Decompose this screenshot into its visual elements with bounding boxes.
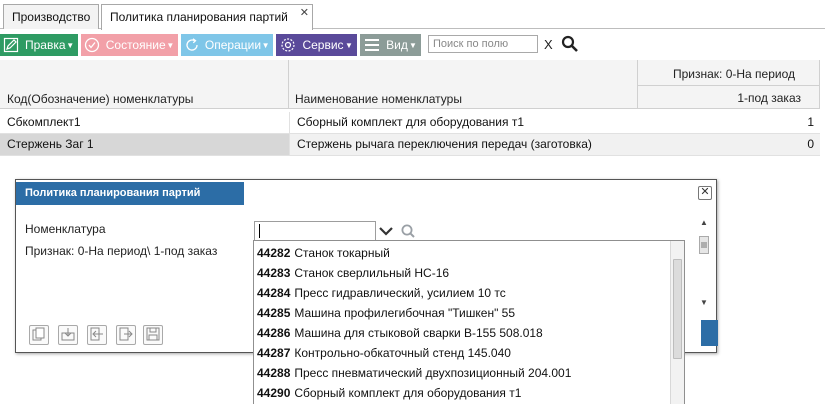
edit-menu-label: Правка — [24, 38, 66, 52]
edit-icon — [2, 35, 21, 55]
save-icon — [146, 327, 160, 344]
item-name: Контрольно-обкаточный стенд 145.040 — [294, 346, 511, 360]
column-group-header-label: Признак: 0-На период — [672, 67, 795, 81]
cell-name: Сборный комплект для оборудования т1 — [289, 112, 638, 133]
column-header-flag[interactable]: 1-под заказ — [638, 86, 820, 109]
edit-menu-button[interactable]: Правка ▼ — [0, 34, 78, 56]
login-button[interactable] — [87, 325, 107, 345]
operations-menu-button[interactable]: Операции ▼ — [181, 34, 273, 56]
dialog-scrollbar[interactable]: ▲ ▼ — [697, 218, 711, 308]
nomenclature-combo-input[interactable] — [254, 221, 376, 241]
dialog-action-button[interactable] — [701, 320, 718, 346]
cell-name: Стержень рычага переключения передач (за… — [289, 134, 638, 155]
list-item[interactable]: 44290 Сборный комплект для оборудования т… — [254, 383, 670, 403]
tab-close-icon[interactable]: ✕ — [300, 6, 309, 19]
state-menu-label: Состояние — [105, 38, 166, 52]
item-code: 44284 — [257, 286, 291, 300]
item-name: Станок сверлильный НС-16 — [294, 266, 450, 280]
text-cursor — [259, 223, 260, 238]
view-menu-label: Вид — [386, 38, 408, 52]
status-icon — [83, 35, 102, 55]
scroll-thumb[interactable] — [699, 236, 709, 254]
item-code: 44283 — [257, 266, 291, 280]
list-item[interactable]: 44282 Станок токарный — [254, 243, 670, 263]
scroll-down-icon[interactable]: ▼ — [700, 298, 708, 307]
tab-production[interactable]: Производство — [3, 4, 99, 29]
table-row[interactable]: Стержень Заг 1 Стержень рычага переключе… — [0, 134, 820, 156]
item-code: 44286 — [257, 326, 291, 340]
chevron-down-icon: ▼ — [166, 40, 175, 50]
item-name: Пресс пневматический двухпозиционный 204… — [294, 366, 572, 380]
column-group-header: Признак: 0-На период — [638, 60, 820, 86]
item-name: Машина для стыковой сварки В-155 508.018 — [294, 326, 543, 340]
scroll-up-icon[interactable]: ▲ — [700, 218, 708, 227]
download-icon — [61, 327, 75, 344]
copy-icon — [32, 327, 46, 344]
gear-icon — [278, 35, 298, 55]
nomenclature-label: Номенклатура — [25, 222, 106, 236]
nomenclature-dropdown-list: 44282 Станок токарный 44283 Станок сверлил… — [253, 240, 685, 404]
chevron-down-icon: ▼ — [66, 40, 75, 50]
scroll-thumb[interactable] — [673, 259, 682, 359]
cell-code: Сбкомплект1 — [7, 115, 81, 129]
clear-search-button[interactable]: X — [544, 37, 553, 52]
state-menu-button[interactable]: Состояние ▼ — [81, 34, 178, 56]
sign-label: Признак: 0-На период\ 1-под заказ — [25, 244, 218, 258]
close-icon[interactable]: ✕ — [698, 186, 712, 200]
enter-icon — [90, 327, 104, 344]
chevron-down-icon: ▼ — [409, 40, 417, 50]
export-button[interactable] — [116, 325, 136, 345]
list-item[interactable]: 44285 Машина профилегибочная "Тишкен" 55 — [254, 303, 670, 323]
item-name: Станок токарный — [294, 246, 390, 260]
toolbar: Правка ▼ Состояние ▼ Операции ▼ Сервис ▼… — [0, 32, 825, 58]
dialog-title: Политика планирования партий — [16, 182, 244, 205]
cell-flag: 0 — [807, 137, 814, 151]
item-code: 44282 — [257, 246, 291, 260]
tab-batch-planning-policy-label: Политика планирования партий — [110, 10, 288, 24]
item-code: 44285 — [257, 306, 291, 320]
list-item[interactable]: 44287 Контрольно-обкаточный стенд 145.040 — [254, 343, 670, 363]
column-header-code[interactable]: Код(Обозначение) номенклатуры — [0, 60, 289, 109]
column-header-name[interactable]: Наименование номенклатуры — [289, 60, 638, 109]
table-row[interactable]: Сбкомплект1 Сборный комплект для оборудо… — [0, 112, 820, 134]
item-name: Машина профилегибочная "Тишкен" 55 — [294, 306, 516, 320]
view-menu-button[interactable]: Вид ▼ — [360, 34, 421, 56]
chevron-down-icon: ▼ — [345, 40, 353, 50]
operations-menu-label: Операции — [204, 38, 262, 52]
import-button[interactable] — [58, 325, 78, 345]
item-code: 44290 — [257, 386, 291, 400]
field-search-input[interactable] — [428, 35, 538, 53]
list-view-icon — [362, 35, 382, 55]
copy-button[interactable] — [29, 325, 49, 345]
column-header-code-label: Код(Обозначение) номенклатуры — [7, 92, 194, 106]
chevron-down-icon: ▼ — [261, 40, 270, 50]
item-code: 44288 — [257, 366, 291, 380]
tab-production-label: Производство — [12, 10, 91, 24]
item-name: Сборный комплект для оборудования т1 — [294, 386, 522, 400]
column-header-name-label: Наименование номенклатуры — [295, 92, 462, 106]
list-item[interactable]: 44288 Пресс пневматический двухпозиционны… — [254, 363, 670, 383]
cell-code: Стержень Заг 1 — [0, 134, 289, 155]
item-name: Пресс гидравлический, усилием 10 тс — [294, 286, 506, 300]
save-button[interactable] — [143, 325, 163, 345]
column-header-flag-label: 1-под заказ — [737, 91, 801, 105]
cell-flag: 1 — [807, 115, 814, 129]
list-item[interactable]: 44286 Машина для стыковой сварки В-155 50… — [254, 323, 670, 343]
list-item[interactable]: 44283 Станок сверлильный НС-16 — [254, 263, 670, 283]
service-menu-label: Сервис — [302, 38, 344, 52]
exit-icon — [119, 327, 133, 344]
tab-strip: Производство Политика планирования парти… — [0, 0, 825, 30]
dropdown-scrollbar[interactable] — [670, 241, 684, 404]
list-item[interactable]: 44284 Пресс гидравлический, усилием 10 тс — [254, 283, 670, 303]
service-menu-button[interactable]: Сервис ▼ — [276, 34, 357, 56]
refresh-icon — [183, 35, 201, 55]
tab-batch-planning-policy[interactable]: Политика планирования партий ✕ — [101, 4, 313, 30]
search-icon[interactable] — [561, 35, 579, 56]
item-code: 44287 — [257, 346, 291, 360]
